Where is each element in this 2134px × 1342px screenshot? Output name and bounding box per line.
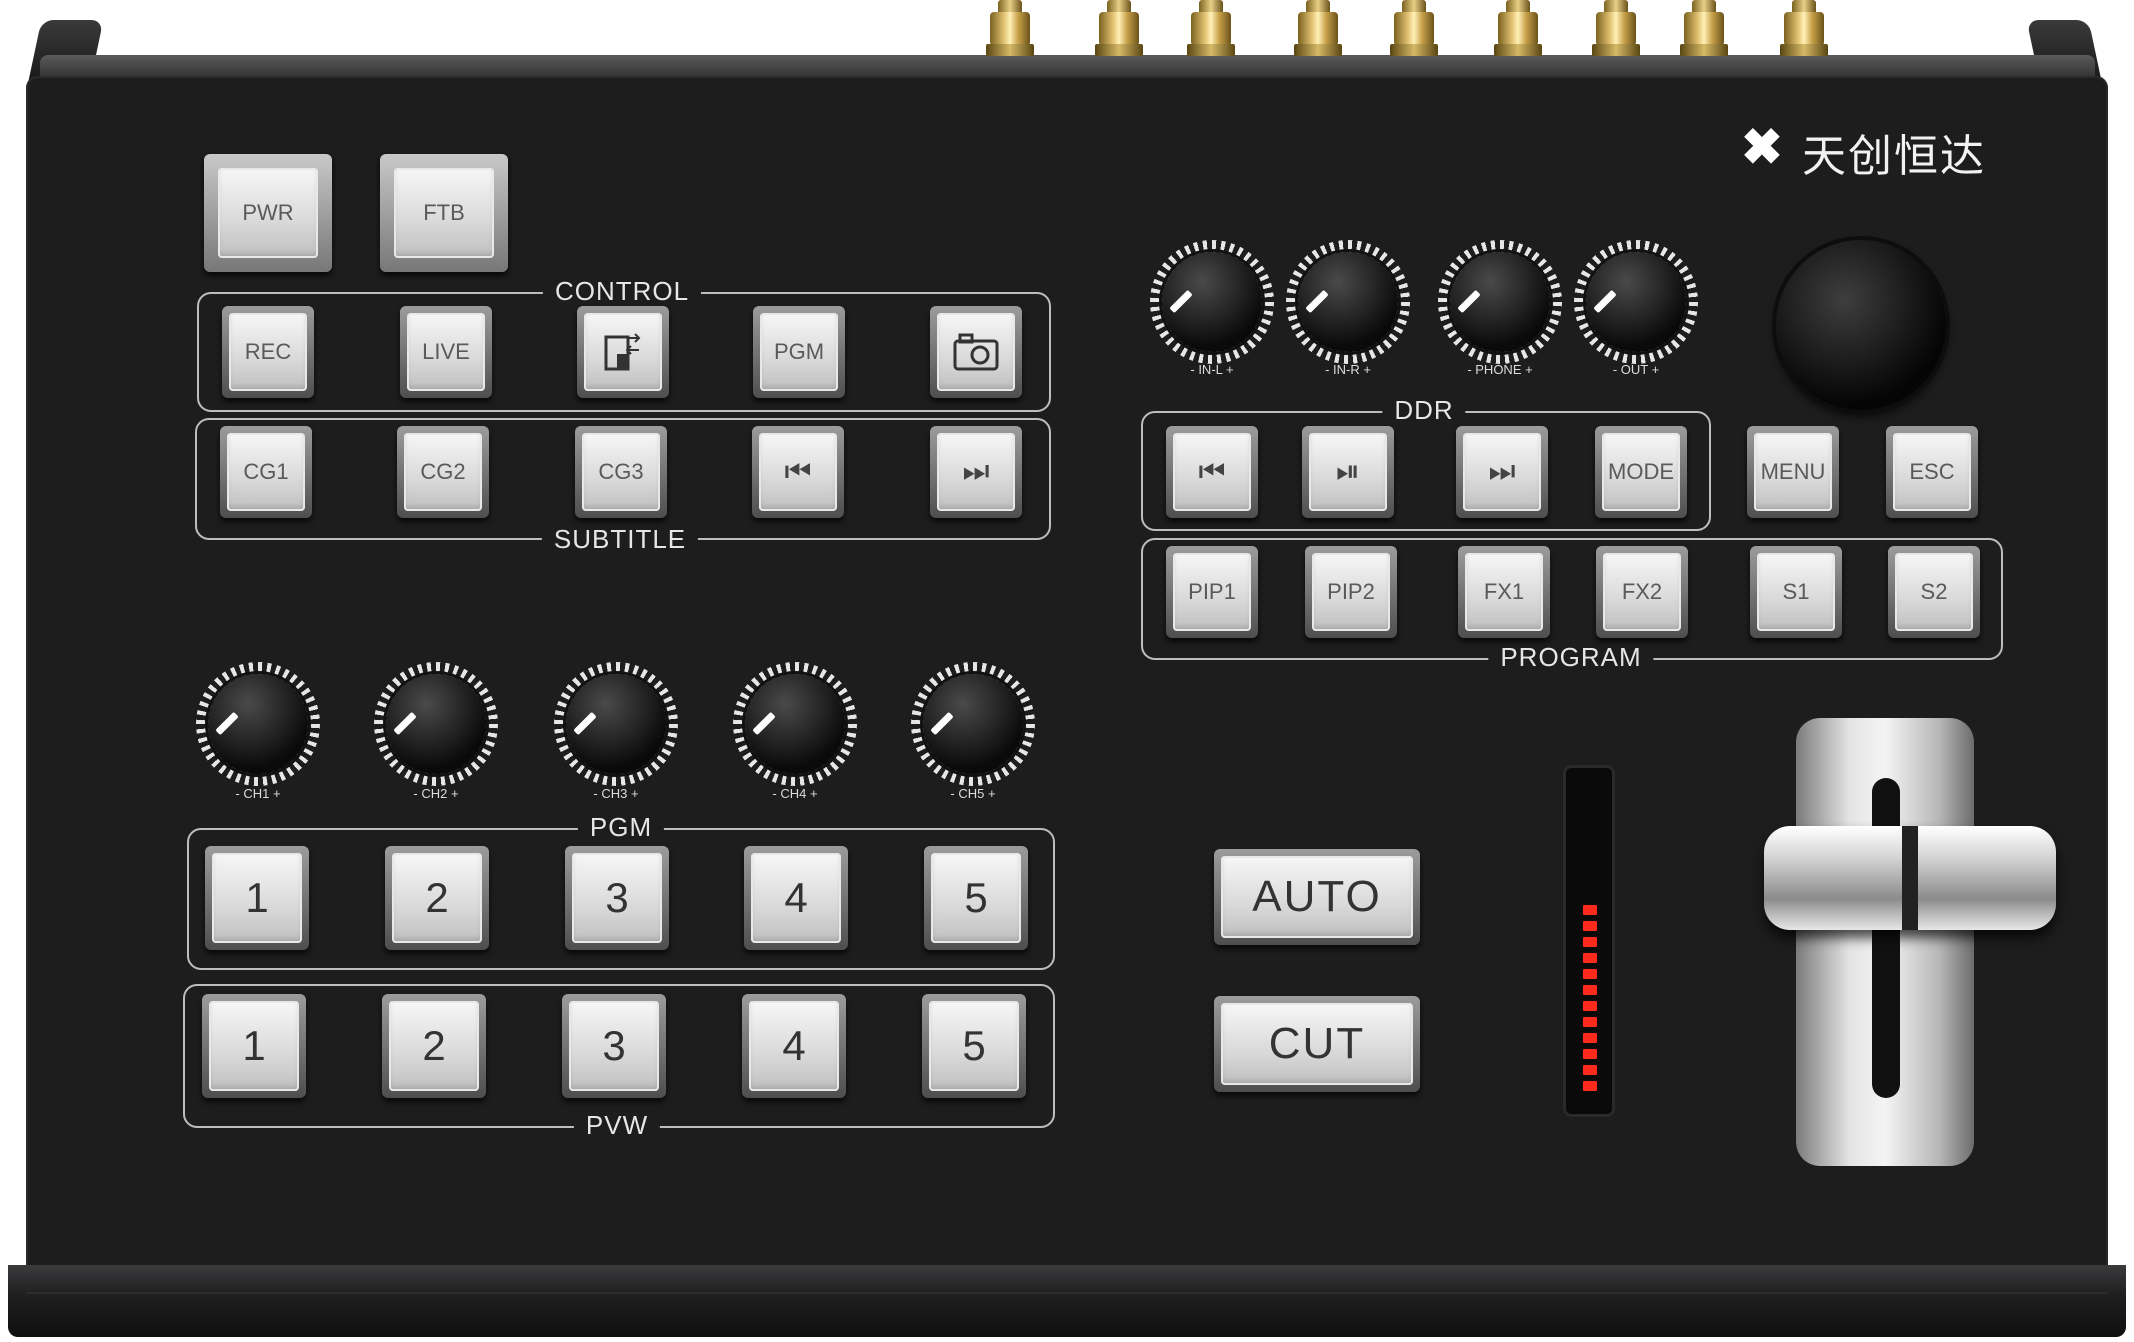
subtitle-group-label: SUBTITLE <box>541 524 699 555</box>
cg1-button[interactable]: CG1 <box>220 426 312 518</box>
joystick-jog-wheel[interactable] <box>1776 240 1946 410</box>
in-r-knob[interactable] <box>1286 240 1410 364</box>
play-pause-icon: ⏯ <box>1336 455 1360 488</box>
cg2-button[interactable]: CG2 <box>397 426 489 518</box>
t-bar-level-meter <box>1563 765 1615 1117</box>
pvw-bus-label: PVW <box>573 1110 661 1141</box>
subtitle-next-button[interactable]: ⏭ <box>930 426 1022 518</box>
skip-previous-icon: ⏮ <box>1198 455 1226 488</box>
ch1-knob-label: - CH1 + <box>235 786 281 801</box>
cg3-button[interactable]: CG3 <box>575 426 667 518</box>
video-switcher-device: ✖ 天创恒达 PWR FTB CONTROL REC LIVE PGM SUBT… <box>0 0 2134 1342</box>
ch5-knob-label: - CH5 + <box>950 786 996 801</box>
bnc-connector <box>1592 0 1640 56</box>
ftb-button[interactable]: FTB <box>380 154 508 272</box>
layout-swap-button[interactable] <box>577 306 669 398</box>
ddr-group-label: DDR <box>1382 395 1466 426</box>
bnc-connector <box>1780 0 1828 56</box>
bnc-connector <box>986 0 1034 56</box>
camera-icon <box>953 333 999 371</box>
subtitle-previous-button[interactable]: ⏮ <box>752 426 844 518</box>
skip-next-icon: ⏭ <box>1488 455 1516 488</box>
bnc-connector <box>1390 0 1438 56</box>
snapshot-button[interactable] <box>930 306 1022 398</box>
pip2-button[interactable]: PIP2 <box>1305 546 1397 638</box>
bnc-connector <box>1187 0 1235 56</box>
pgm-1-button[interactable]: 1 <box>205 846 309 950</box>
ddr-previous-button[interactable]: ⏮ <box>1166 426 1258 518</box>
ddr-play-pause-button[interactable]: ⏯ <box>1302 426 1394 518</box>
rec-button[interactable]: REC <box>222 306 314 398</box>
auto-button[interactable]: AUTO <box>1214 849 1420 945</box>
brand-logo-icon: ✖ <box>1741 119 1783 175</box>
live-button[interactable]: LIVE <box>400 306 492 398</box>
ch3-knob[interactable] <box>554 662 678 786</box>
pgm-3-button[interactable]: 3 <box>565 846 669 950</box>
control-group-label: CONTROL <box>542 276 702 307</box>
ch3-knob-label: - CH3 + <box>593 786 639 801</box>
fx2-button[interactable]: FX2 <box>1596 546 1688 638</box>
s1-button[interactable]: S1 <box>1750 546 1842 638</box>
phone-knob[interactable] <box>1438 240 1562 364</box>
pgm-bus-label: PGM <box>577 812 665 843</box>
out-knob[interactable] <box>1574 240 1698 364</box>
t-bar-slot <box>1796 718 1974 1166</box>
ch1-knob[interactable] <box>196 662 320 786</box>
pip1-button[interactable]: PIP1 <box>1166 546 1258 638</box>
ch4-knob[interactable] <box>733 662 857 786</box>
in-r-knob-label: - IN-R + <box>1325 362 1371 377</box>
bnc-connector <box>1294 0 1342 56</box>
esc-button[interactable]: ESC <box>1886 426 1978 518</box>
cut-button[interactable]: CUT <box>1214 996 1420 1092</box>
program-group-label: PROGRAM <box>1488 642 1654 673</box>
s2-button[interactable]: S2 <box>1888 546 1980 638</box>
bnc-connector <box>1095 0 1143 56</box>
pgm-2-button[interactable]: 2 <box>385 846 489 950</box>
in-l-knob-label: - IN-L + <box>1190 362 1234 377</box>
pvw-1-button[interactable]: 1 <box>202 994 306 1098</box>
ftb-label: FTB <box>394 168 494 258</box>
pgm-control-button[interactable]: PGM <box>753 306 845 398</box>
ch2-knob[interactable] <box>374 662 498 786</box>
ch4-knob-label: - CH4 + <box>772 786 818 801</box>
menu-button[interactable]: MENU <box>1747 426 1839 518</box>
pvw-2-button[interactable]: 2 <box>382 994 486 1098</box>
front-lip <box>8 1265 2126 1337</box>
ddr-mode-button[interactable]: MODE <box>1595 426 1687 518</box>
ch5-knob[interactable] <box>911 662 1035 786</box>
phone-knob-label: - PHONE + <box>1467 362 1533 377</box>
brand-logo-text: 天创恒达 <box>1802 131 1986 182</box>
skip-previous-icon: ⏮ <box>784 455 812 488</box>
pvw-5-button[interactable]: 5 <box>922 994 1026 1098</box>
skip-next-icon: ⏭ <box>962 455 990 488</box>
pwr-button[interactable]: PWR <box>204 154 332 272</box>
out-knob-label: - OUT + <box>1612 362 1660 377</box>
ch2-knob-label: - CH2 + <box>413 786 459 801</box>
in-l-knob[interactable] <box>1150 240 1274 364</box>
layout-swap-icon <box>604 333 641 371</box>
t-bar-handle[interactable] <box>1764 826 2056 930</box>
fx1-button[interactable]: FX1 <box>1458 546 1550 638</box>
bnc-connector <box>1494 0 1542 56</box>
pgm-4-button[interactable]: 4 <box>744 846 848 950</box>
pvw-4-button[interactable]: 4 <box>742 994 846 1098</box>
ddr-next-button[interactable]: ⏭ <box>1456 426 1548 518</box>
pgm-5-button[interactable]: 5 <box>924 846 1028 950</box>
pwr-label: PWR <box>218 168 318 258</box>
bnc-connector <box>1680 0 1728 56</box>
pvw-3-button[interactable]: 3 <box>562 994 666 1098</box>
